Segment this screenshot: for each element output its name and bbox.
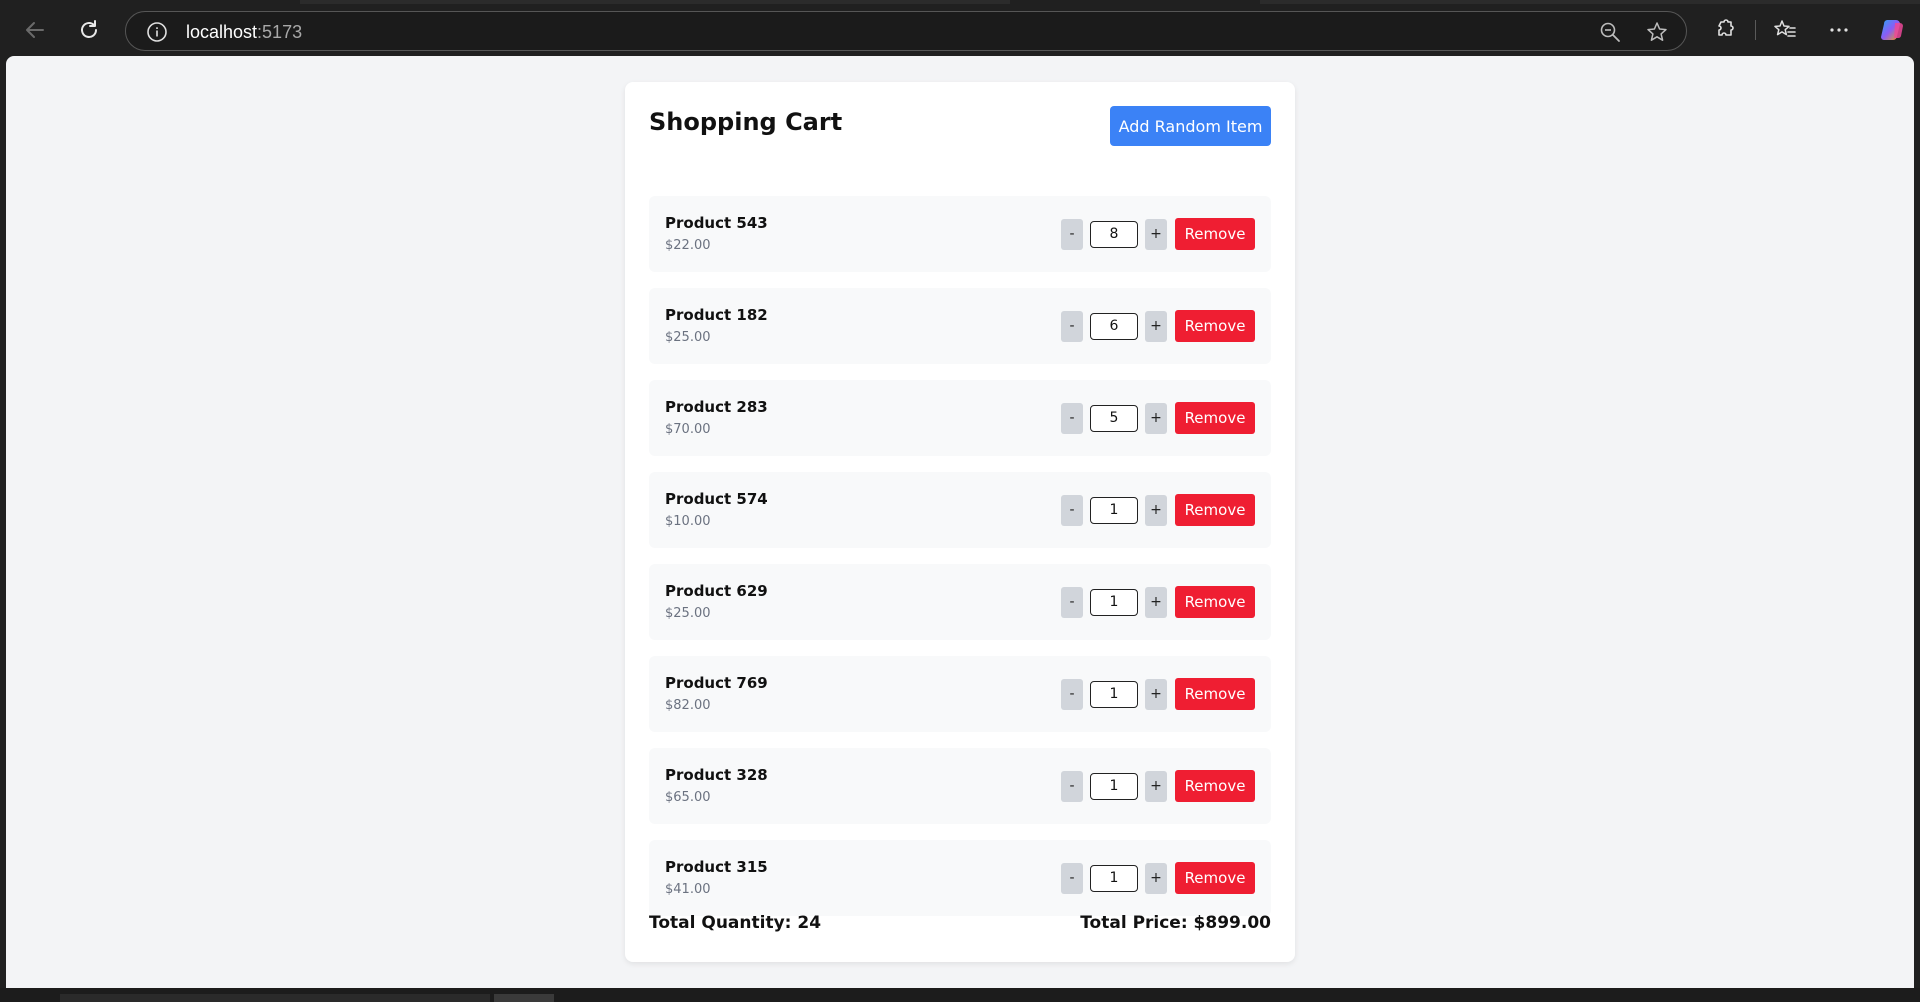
cart-item: Product 182 $25.00 - + Remove [649, 288, 1271, 364]
increment-button[interactable]: + [1145, 402, 1167, 434]
item-price: $25.00 [665, 606, 711, 621]
cart-item: Product 315 $41.00 - + Remove [649, 840, 1271, 916]
remove-button[interactable]: Remove [1175, 770, 1255, 802]
cart-item: Product 629 $25.00 - + Remove [649, 564, 1271, 640]
item-controls: - + Remove [1061, 218, 1255, 250]
copilot-icon [1881, 20, 1903, 40]
remove-button[interactable]: Remove [1175, 494, 1255, 526]
remove-button[interactable]: Remove [1175, 218, 1255, 250]
item-price: $10.00 [665, 514, 711, 529]
increment-button[interactable]: + [1145, 678, 1167, 710]
tab-strip-edge [300, 0, 1010, 4]
add-random-item-button[interactable]: Add Random Item [1110, 106, 1271, 146]
item-price: $70.00 [665, 422, 711, 437]
decrement-button[interactable]: - [1061, 862, 1083, 894]
item-controls: - + Remove [1061, 862, 1255, 894]
zoom-out-icon[interactable] [1599, 21, 1621, 43]
item-name: Product 283 [665, 398, 768, 416]
increment-button[interactable]: + [1145, 218, 1167, 250]
address-bar[interactable]: localhost:5173 [125, 11, 1687, 51]
copilot-button[interactable] [1874, 11, 1912, 49]
extensions-button[interactable] [1706, 11, 1744, 49]
page-title: Shopping Cart [649, 108, 843, 136]
item-controls: - + Remove [1061, 770, 1255, 802]
url-port: :5173 [257, 22, 303, 42]
cart-item: Product 543 $22.00 - + Remove [649, 196, 1271, 272]
decrement-button[interactable]: - [1061, 494, 1083, 526]
url-text[interactable]: localhost:5173 [186, 21, 302, 43]
star-icon[interactable] [1646, 21, 1668, 43]
decrement-button[interactable]: - [1061, 678, 1083, 710]
quantity-input[interactable] [1090, 772, 1138, 800]
quantity-input[interactable] [1090, 588, 1138, 616]
browser-toolbar: localhost:5173 [0, 0, 1920, 56]
item-name: Product 629 [665, 582, 768, 600]
remove-button[interactable]: Remove [1175, 862, 1255, 894]
quantity-input[interactable] [1090, 220, 1138, 248]
item-name: Product 315 [665, 858, 768, 876]
back-button[interactable] [14, 11, 56, 49]
page-viewport: Shopping Cart Add Random Item Product 54… [6, 56, 1914, 988]
decrement-button[interactable]: - [1061, 218, 1083, 250]
cart-item: Product 769 $82.00 - + Remove [649, 656, 1271, 732]
taskbar-item[interactable] [494, 994, 554, 1002]
decrement-button[interactable]: - [1061, 586, 1083, 618]
remove-button[interactable]: Remove [1175, 678, 1255, 710]
item-price: $25.00 [665, 330, 711, 345]
decrement-button[interactable]: - [1061, 402, 1083, 434]
item-controls: - + Remove [1061, 494, 1255, 526]
decrement-button[interactable]: - [1061, 310, 1083, 342]
quantity-input[interactable] [1090, 680, 1138, 708]
shopping-cart-card: Shopping Cart Add Random Item Product 54… [625, 82, 1295, 962]
cart-item-list: Product 543 $22.00 - + Remove Product 18… [649, 196, 1271, 932]
increment-button[interactable]: + [1145, 494, 1167, 526]
decrement-button[interactable]: - [1061, 770, 1083, 802]
favorites-icon [1774, 20, 1796, 37]
item-price: $65.00 [665, 790, 711, 805]
cart-item: Product 283 $70.00 - + Remove [649, 380, 1271, 456]
item-name: Product 543 [665, 214, 768, 232]
reload-icon [81, 20, 97, 38]
info-icon[interactable] [146, 21, 168, 43]
favorites-button[interactable] [1766, 11, 1804, 49]
increment-button[interactable]: + [1145, 310, 1167, 342]
item-price: $82.00 [665, 698, 711, 713]
quantity-input[interactable] [1090, 864, 1138, 892]
total-price: Total Price: $899.00 [1080, 913, 1271, 933]
quantity-input[interactable] [1090, 496, 1138, 524]
cart-totals: Total Quantity: 24 Total Price: $899.00 [649, 913, 1271, 937]
item-name: Product 769 [665, 674, 768, 692]
total-quantity: Total Quantity: 24 [649, 913, 822, 933]
item-controls: - + Remove [1061, 678, 1255, 710]
taskbar-item[interactable] [60, 994, 490, 1002]
remove-button[interactable]: Remove [1175, 402, 1255, 434]
more-icon [1830, 28, 1848, 32]
toolbar-divider [1755, 20, 1756, 40]
increment-button[interactable]: + [1145, 862, 1167, 894]
quantity-input[interactable] [1090, 404, 1138, 432]
reload-button[interactable] [68, 11, 110, 49]
url-host: localhost [186, 22, 258, 42]
item-controls: - + Remove [1061, 402, 1255, 434]
taskbar [0, 988, 1920, 1002]
increment-button[interactable]: + [1145, 586, 1167, 618]
item-controls: - + Remove [1061, 586, 1255, 618]
item-price: $22.00 [665, 238, 711, 253]
remove-button[interactable]: Remove [1175, 310, 1255, 342]
more-button[interactable] [1820, 11, 1858, 49]
increment-button[interactable]: + [1145, 770, 1167, 802]
puzzle-icon [1718, 19, 1734, 36]
item-name: Product 182 [665, 306, 768, 324]
cart-item: Product 574 $10.00 - + Remove [649, 472, 1271, 548]
quantity-input[interactable] [1090, 312, 1138, 340]
item-name: Product 328 [665, 766, 768, 784]
item-name: Product 574 [665, 490, 768, 508]
back-arrow-icon [26, 22, 44, 38]
remove-button[interactable]: Remove [1175, 586, 1255, 618]
cart-item: Product 328 $65.00 - + Remove [649, 748, 1271, 824]
item-controls: - + Remove [1061, 310, 1255, 342]
tab-strip-edge [1260, 0, 1920, 4]
item-price: $41.00 [665, 882, 711, 897]
